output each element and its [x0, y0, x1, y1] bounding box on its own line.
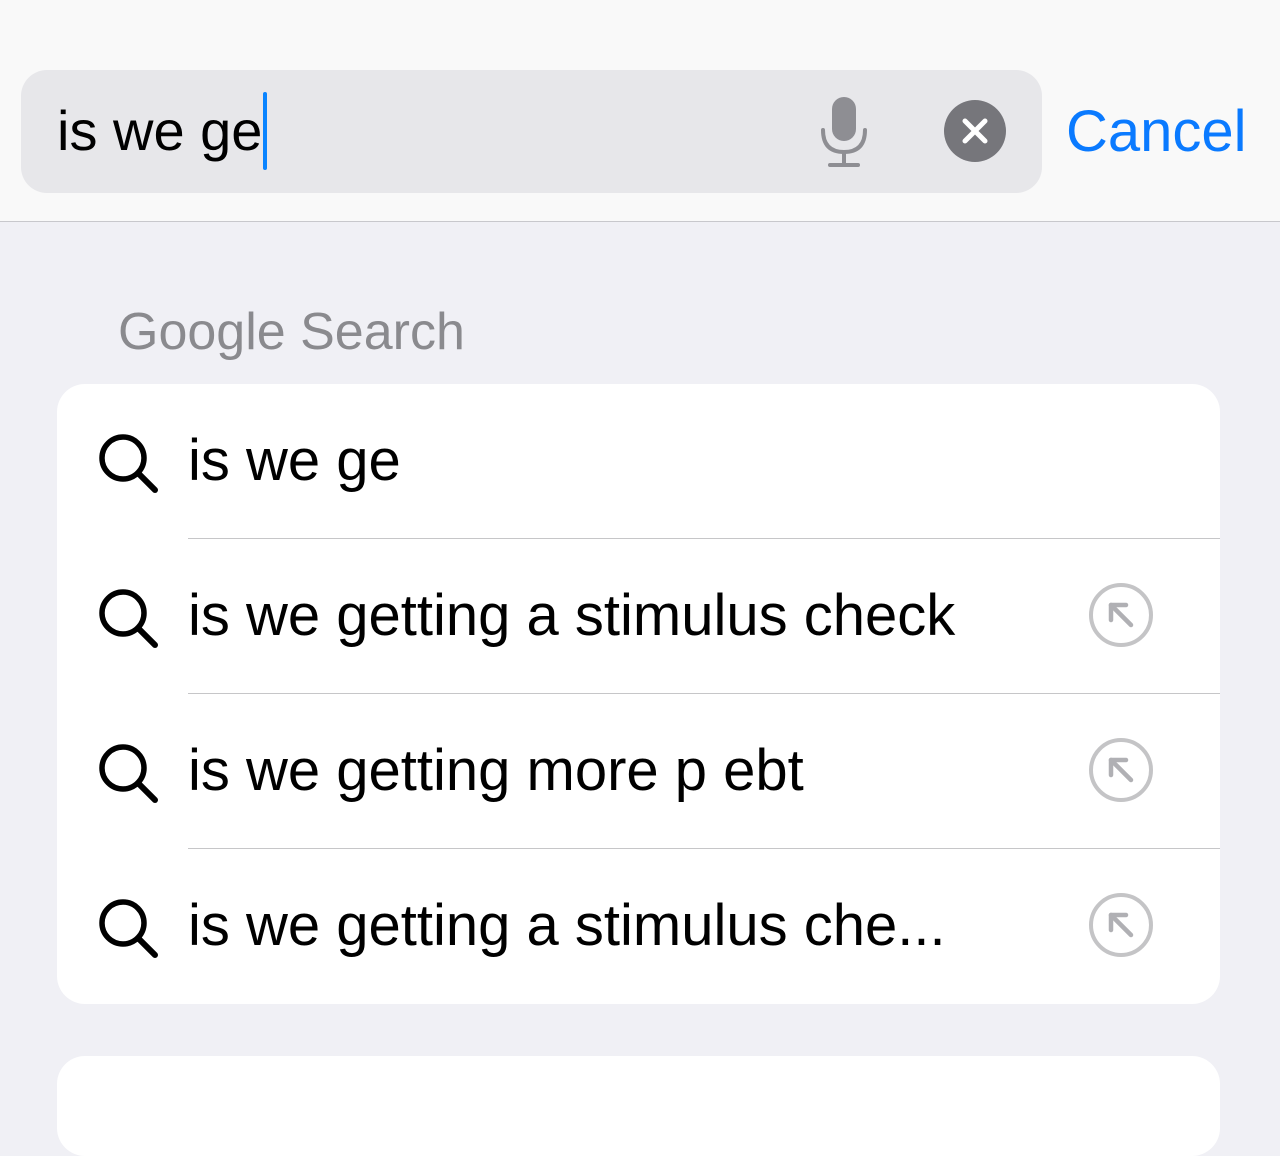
- suggestion-row[interactable]: is we getting more p ebt: [57, 694, 1220, 849]
- text-caret: [263, 92, 268, 170]
- microphone-icon[interactable]: [817, 94, 871, 170]
- suggestion-text: is we getting a stimulus check: [188, 583, 956, 648]
- search-header: is we ge Cancel: [0, 0, 1280, 222]
- search-input[interactable]: is we ge: [57, 92, 268, 170]
- next-section-card: [57, 1056, 1220, 1156]
- suggestion-text: is we getting a stimulus che...: [188, 893, 946, 958]
- search-icon: [99, 899, 158, 958]
- cancel-button[interactable]: Cancel: [1066, 97, 1247, 167]
- search-input-text: is we ge: [57, 99, 263, 162]
- suggestion-row[interactable]: is we getting a stimulus che...: [57, 849, 1220, 1004]
- search-icon: [99, 434, 158, 493]
- clear-text-icon[interactable]: [944, 100, 1006, 162]
- suggestion-text: is we ge: [188, 428, 401, 493]
- fill-search-arrow-icon[interactable]: [1087, 581, 1155, 649]
- search-icon: [99, 744, 158, 803]
- section-title: Google Search: [118, 303, 465, 361]
- suggestions-list: is we ge is we getting a stimulus check …: [57, 384, 1220, 1004]
- search-icon: [99, 589, 158, 648]
- suggestion-row[interactable]: is we getting a stimulus check: [57, 539, 1220, 694]
- suggestion-text: is we getting more p ebt: [188, 738, 804, 803]
- fill-search-arrow-icon[interactable]: [1087, 736, 1155, 804]
- suggestion-row[interactable]: is we ge: [57, 384, 1220, 539]
- fill-search-arrow-icon[interactable]: [1087, 891, 1155, 959]
- search-field[interactable]: is we ge: [21, 70, 1042, 193]
